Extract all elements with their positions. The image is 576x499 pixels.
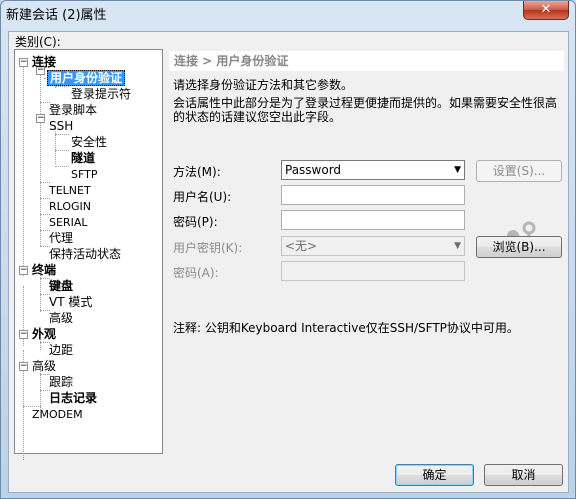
- expander-terminal[interactable]: −: [19, 266, 28, 275]
- tree-item-login-prompt[interactable]: 登录提示符: [69, 86, 133, 102]
- tree-item-advanced[interactable]: 高级: [30, 358, 58, 374]
- passphrase-label: 密码(A):: [173, 266, 219, 280]
- tree-item-ssh[interactable]: SSH: [47, 118, 75, 134]
- expander-ssh[interactable]: −: [36, 114, 45, 123]
- tree-item-logging[interactable]: 日志记录: [47, 390, 99, 406]
- close-button[interactable]: ✕: [523, 1, 569, 20]
- description-line-3: 的状态的话建议您空出此字段。: [173, 110, 342, 124]
- category-tree[interactable]: − − − − − − 连接 用户身份验证 登录提示符 登录脚本 SSH 安全性…: [14, 49, 163, 460]
- tree-item-margins[interactable]: 边距: [47, 342, 75, 358]
- tree-item-appearance[interactable]: 外观: [30, 326, 58, 342]
- password-input[interactable]: [281, 210, 465, 230]
- method-value: Password: [285, 163, 342, 177]
- settings-button[interactable]: 设置(S)...: [476, 160, 562, 182]
- tree-item-connection[interactable]: 连接: [30, 54, 58, 70]
- category-label: 类别(C):: [15, 35, 61, 49]
- passphrase-input[interactable]: [281, 261, 465, 281]
- userkey-value: <无>: [285, 239, 318, 253]
- tree-item-keepalive[interactable]: 保持活动状态: [47, 246, 123, 262]
- expander-appearance[interactable]: −: [19, 330, 28, 339]
- tree-item-login-script[interactable]: 登录脚本: [47, 102, 99, 118]
- password-label: 密码(P):: [173, 215, 218, 229]
- browse-button[interactable]: 浏览(B)...: [476, 236, 562, 258]
- dialog-window: 新建会话 (2)属性 ✕ 类别(C): − − − − − − 连接 用户身份验…: [0, 0, 576, 499]
- username-label: 用户名(U):: [173, 190, 232, 204]
- tree-item-terminal-advanced[interactable]: 高级: [47, 310, 75, 326]
- expander-connection[interactable]: −: [19, 58, 28, 67]
- tree-item-trace[interactable]: 跟踪: [47, 374, 75, 390]
- method-label: 方法(M):: [173, 165, 221, 179]
- tree-item-keyboard[interactable]: 键盘: [47, 278, 75, 294]
- tree-item-rlogin[interactable]: RLOGIN: [47, 198, 93, 214]
- cancel-button[interactable]: 取消: [484, 464, 563, 486]
- dialog-client: 类别(C): − − − − − − 连接 用户身份验证 登录提示符 登录脚本 …: [8, 31, 569, 493]
- tree-item-vt-mode[interactable]: VT 模式: [47, 294, 94, 310]
- tree-item-terminal[interactable]: 终端: [30, 262, 58, 278]
- title-bar[interactable]: 新建会话 (2)属性 ✕: [1, 1, 575, 25]
- tree-item-zmodem[interactable]: ZMODEM: [30, 406, 85, 422]
- chevron-down-icon: ▼: [454, 165, 461, 175]
- userkey-label: 用户密钥(K):: [173, 241, 243, 255]
- tree-item-telnet[interactable]: TELNET: [47, 182, 93, 198]
- section-header: 连接 > 用户身份验证: [169, 51, 564, 71]
- expander-advanced[interactable]: −: [19, 362, 28, 371]
- ok-button[interactable]: 确定: [395, 464, 474, 486]
- tree-item-serial[interactable]: SERIAL: [47, 214, 89, 230]
- userkey-select[interactable]: <无> ▼: [281, 236, 465, 256]
- tree-item-user-auth[interactable]: 用户身份验证: [47, 70, 126, 86]
- description-line-1: 请选择身份验证方法和其它参数。: [173, 78, 354, 92]
- tree-item-tunnel[interactable]: 隧道: [69, 150, 97, 166]
- tree-item-proxy[interactable]: 代理: [47, 230, 75, 246]
- tree-item-security[interactable]: 安全性: [69, 134, 109, 150]
- method-select[interactable]: Password ▼: [281, 160, 465, 180]
- username-input[interactable]: [281, 185, 465, 205]
- tree-item-sftp[interactable]: SFTP: [69, 166, 99, 182]
- note-text: 注释: 公钥和Keyboard Interactive仅在SSH/SFTP协议中…: [173, 321, 519, 335]
- window-title: 新建会话 (2)属性: [6, 8, 107, 23]
- chevron-down-icon: ▼: [454, 241, 461, 251]
